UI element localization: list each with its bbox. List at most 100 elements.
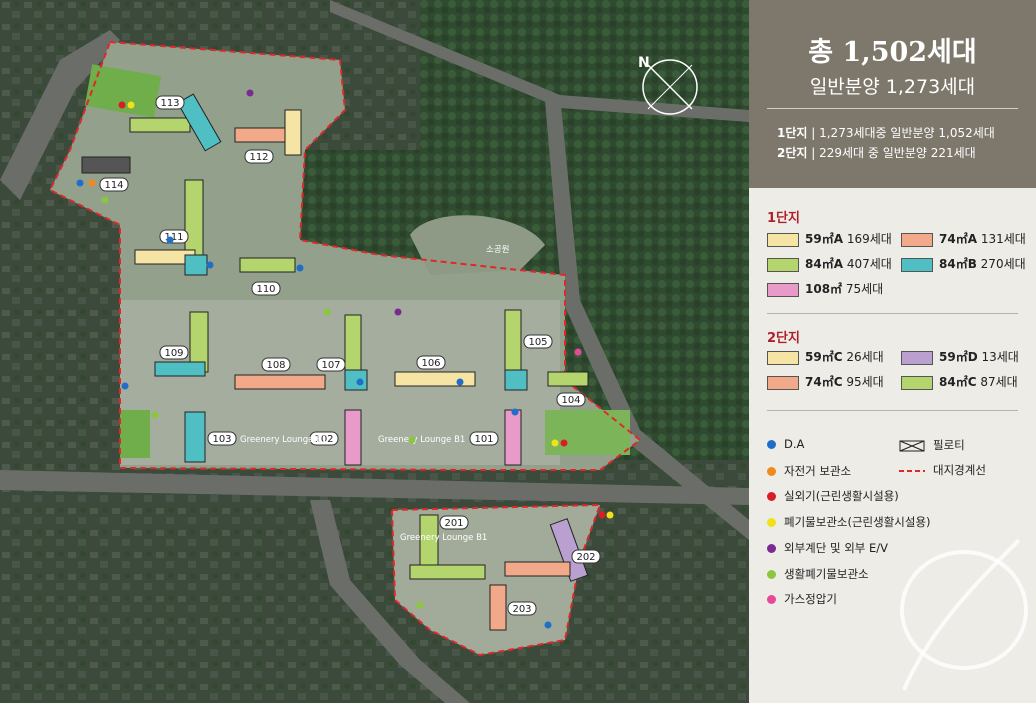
symbol-label: 필로티	[933, 438, 965, 452]
svg-text:103: 103	[212, 434, 231, 445]
greenery-lounge-label-a: Greenery Lounge B1	[240, 435, 327, 445]
svg-text:107: 107	[321, 360, 340, 371]
color-swatch	[767, 232, 799, 247]
building-tag-108: 108	[261, 357, 291, 372]
pink-dot-icon	[767, 595, 776, 605]
unit-count: 270세대	[976, 257, 1026, 271]
svg-text:N: N	[638, 55, 650, 71]
svg-text:104: 104	[561, 395, 580, 406]
building-tag-201: 201	[439, 515, 469, 530]
complex2-legend-item: 84㎡C 87세대	[901, 373, 1018, 390]
color-swatch	[767, 350, 799, 365]
symbol-legend-item: 생활폐기물보관소	[767, 566, 869, 582]
greenery-lounge-label-b: Greenery Lounge B1	[378, 435, 465, 445]
symbol-legend-item: 필로티	[899, 437, 965, 453]
color-swatch	[901, 350, 933, 365]
building-tag-112: 112	[244, 149, 274, 164]
color-swatch	[767, 282, 799, 297]
header-divider	[767, 108, 1018, 109]
svg-text:202: 202	[576, 552, 595, 563]
building-tag-104: 104	[556, 392, 586, 407]
svg-text:106: 106	[421, 358, 440, 369]
svg-text:101: 101	[474, 434, 493, 445]
unit-type: 59㎡C	[805, 350, 843, 364]
building-tag-203: 203	[507, 601, 537, 616]
svg-text:105: 105	[528, 337, 547, 348]
color-swatch	[767, 257, 799, 272]
unit-type: 108㎡	[805, 282, 843, 296]
unit-count: 407세대	[843, 257, 892, 271]
color-swatch	[767, 375, 799, 390]
building-tag-107: 107	[316, 357, 346, 372]
unit-type: 59㎡A	[805, 232, 843, 246]
red-dot-icon	[767, 492, 776, 502]
unit-count: 131세대	[977, 232, 1026, 246]
svg-text:110: 110	[256, 284, 275, 295]
building-tag-103: 103	[207, 431, 237, 446]
complex2-summary: 2단지 | 229세대 중 일반분양 221세대	[777, 146, 976, 160]
legend-divider-1	[767, 313, 1018, 314]
svg-text:113: 113	[160, 98, 179, 109]
symbol-legend-item: 대지경계선	[899, 462, 986, 478]
unit-count: 169세대	[843, 232, 892, 246]
site-plan-map: 113 112 114 111 110 109 108 107 106 105 …	[0, 0, 749, 703]
complex2-legend-title: 2단지	[767, 331, 800, 346]
purple-dot-icon	[767, 543, 776, 553]
green-dot-icon	[767, 569, 776, 579]
unit-type: 84㎡B	[939, 257, 977, 271]
symbol-label: 생활폐기물보관소	[784, 566, 869, 581]
pilotis-box-icon	[899, 440, 925, 451]
building-tag-113: 113	[155, 95, 185, 110]
symbol-label: 가스정압기	[784, 592, 837, 607]
building-tag-101: 101	[469, 431, 499, 446]
total-households: 총 1,502세대	[808, 37, 977, 68]
symbol-legend-item: D.A	[767, 437, 804, 451]
general-sale-households: 일반분양 1,273세대	[809, 76, 976, 98]
orange-dot-icon	[767, 466, 776, 476]
building-tag-114: 114	[99, 177, 129, 192]
building-tag-109: 109	[159, 345, 189, 360]
svg-text:201: 201	[444, 518, 463, 529]
unit-count: 26세대	[842, 350, 884, 364]
color-swatch	[901, 375, 933, 390]
complex2-legend-item: 74㎡C 95세대	[767, 373, 884, 390]
building-tag-105: 105	[523, 334, 553, 349]
complex1-legend-item: 59㎡A 169세대	[767, 230, 892, 247]
unit-type: 84㎡C	[939, 375, 977, 389]
complex1-summary: 1단지 | 1,273세대중 일반분양 1,052세대	[777, 126, 995, 140]
legend-divider-2	[767, 410, 1018, 411]
symbol-legend-item: 가스정압기	[767, 591, 837, 607]
complex2-legend-item: 59㎡C 26세대	[767, 348, 884, 365]
unit-count: 75세대	[842, 282, 884, 296]
info-panel: 총 1,502세대 일반분양 1,273세대 1단지 | 1,273세대중 일반…	[749, 0, 1036, 703]
svg-text:108: 108	[266, 360, 285, 371]
unit-type: 84㎡A	[805, 257, 843, 271]
unit-type: 59㎡D	[939, 350, 978, 364]
svg-text:112: 112	[249, 152, 268, 163]
svg-text:203: 203	[512, 604, 531, 615]
symbol-label: 자전거 보관소	[784, 463, 852, 478]
complex1-legend-item: 108㎡ 75세대	[767, 280, 883, 297]
unit-type: 74㎡A	[939, 232, 977, 246]
blue-dot-icon	[767, 440, 776, 449]
complex1-legend-title: 1단지	[767, 211, 800, 226]
unit-type: 74㎡C	[805, 375, 843, 389]
symbol-label: 대지경계선	[933, 463, 986, 477]
brand-watermark	[900, 538, 1028, 691]
complex1-legend-item: 74㎡A 131세대	[901, 230, 1026, 247]
building-tag-106: 106	[416, 355, 446, 370]
svg-text:109: 109	[164, 348, 183, 359]
unit-count: 95세대	[842, 375, 884, 389]
building-tag-111: 111	[159, 229, 189, 244]
complex1-legend-item: 84㎡B 270세대	[901, 255, 1026, 272]
symbol-label: D.A	[784, 437, 805, 451]
building-tag-110: 110	[251, 281, 281, 296]
park-label: 소공원	[486, 245, 509, 255]
symbol-legend-item: 실외기(근린생활시설용)	[767, 488, 899, 504]
complex1-legend-item: 84㎡A 407세대	[767, 255, 892, 272]
unit-count: 13세대	[977, 350, 1019, 364]
color-swatch	[901, 257, 933, 272]
complex2-legend-item: 59㎡D 13세대	[901, 348, 1019, 365]
symbol-legend-item: 자전거 보관소	[767, 463, 851, 479]
svg-text:114: 114	[104, 180, 123, 191]
